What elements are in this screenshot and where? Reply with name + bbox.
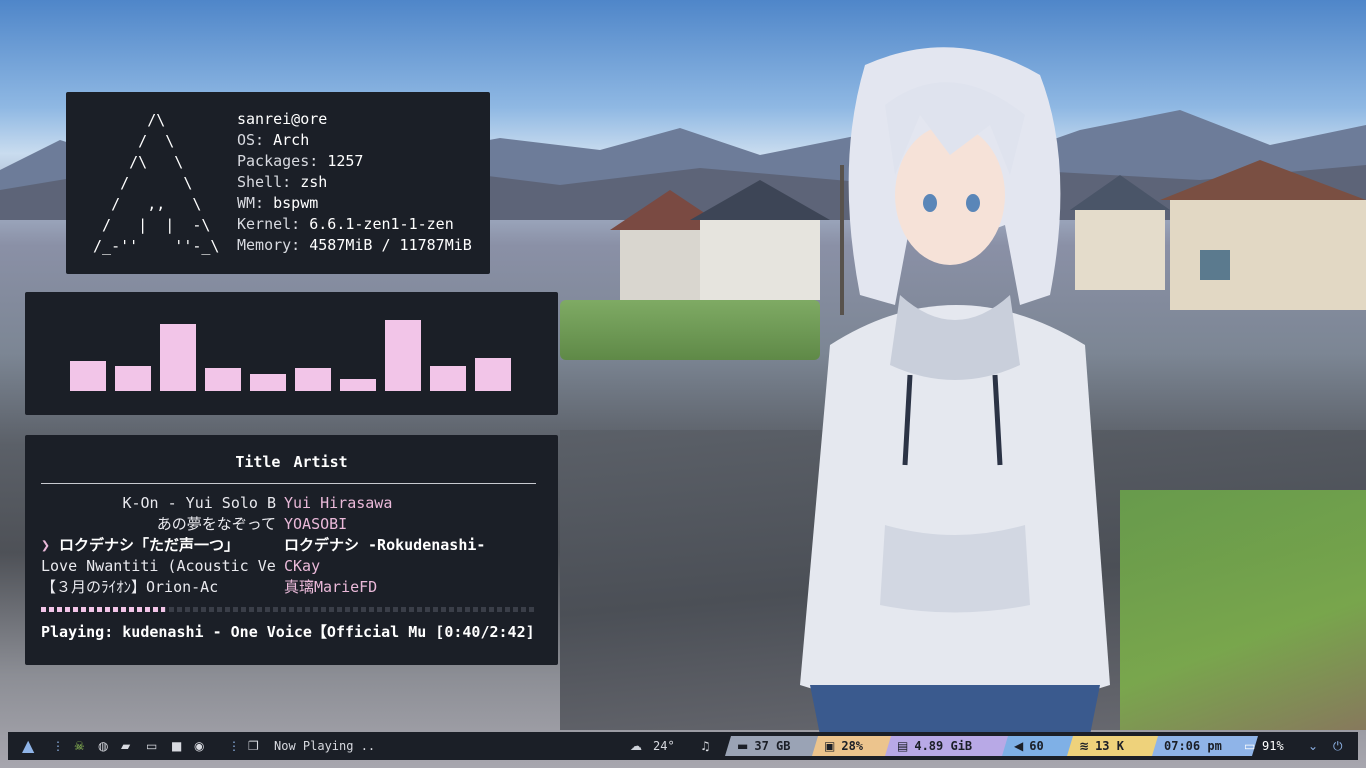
battery-value: 91% — [1262, 739, 1284, 753]
visualizer-bar — [160, 324, 196, 391]
visualizer-bar — [205, 368, 241, 391]
track-row[interactable]: K-On - Yui Solo B Yui Hirasawa — [41, 493, 542, 514]
grass-field — [1120, 490, 1366, 730]
info-row-shell: Shell: zsh — [237, 172, 472, 193]
info-value: bspwm — [273, 194, 319, 212]
user-host: sanrei@ore — [237, 110, 328, 128]
info-value: 1257 — [327, 152, 364, 170]
wifi-icon: ≋ — [1079, 739, 1090, 753]
clock-widget[interactable]: 07:06 pm — [1152, 736, 1258, 756]
network-value: 13 K — [1095, 739, 1124, 753]
folder-icon[interactable]: ▰ — [121, 732, 130, 760]
track-row[interactable]: Love Nwantiti (Acoustic Ve CKay — [41, 556, 542, 577]
now-playing-status: Playing: kudenashi - One Voice【Official … — [41, 623, 535, 641]
info-key: OS: — [237, 131, 265, 149]
info-row-memory: Memory: 4587MiB / 11787MiB — [237, 235, 472, 256]
info-value: zsh — [300, 173, 328, 191]
info-key: Packages: — [237, 152, 319, 170]
chevron-down-icon[interactable]: ⌄ — [1308, 732, 1318, 760]
now-playing-label[interactable]: Now Playing .. — [274, 732, 375, 760]
current-track-marker: ❯ — [41, 536, 51, 554]
dots-icon[interactable]: ⋮ — [228, 732, 240, 760]
girl-illustration — [800, 47, 1110, 735]
visualizer-bar — [115, 366, 151, 391]
dots-icon[interactable]: ⋮ — [52, 732, 64, 760]
music-player[interactable]: Title Artist K-On - Yui Solo B Yui Hiras… — [25, 435, 558, 665]
battery-icon: ▭ — [1244, 739, 1256, 753]
arch-ascii-logo: /\ / \ /\ \ / \ / ,, \ / | | -\ /_-'' ''… — [93, 111, 220, 255]
progress-fill — [41, 607, 165, 612]
track-list[interactable]: K-On - Yui Solo B Yui Hirasawa あの夢をなぞって … — [41, 493, 542, 598]
info-row-packages: Packages: 1257 — [237, 151, 472, 172]
visualizer-bar — [385, 320, 421, 391]
track-artist: YOASOBI — [284, 515, 348, 533]
visualizer-bar — [340, 379, 376, 391]
system-info-list: sanrei@ore OS: Arch Packages: 1257 Shell… — [237, 109, 472, 256]
disk-icon: ▬ — [737, 739, 749, 753]
info-value: 4587MiB / 11787MiB — [309, 236, 472, 254]
taskbar: ▲ ⋮ ☠ ◍ ▰ ▭ ■ ◉ ⋮ ❐ Now Playing .. ☁ 24°… — [8, 732, 1358, 760]
audio-visualizer — [25, 292, 558, 415]
track-title: ロクデナシ「ただ声一つ」 — [59, 536, 240, 554]
visualizer-bar — [70, 361, 106, 391]
track-artist: 真璃MarieFD — [284, 578, 378, 596]
ram-icon: ▤ — [897, 739, 909, 753]
info-row-kernel: Kernel: 6.6.1-zen1-1-zen — [237, 214, 472, 235]
volume-value: 60 — [1029, 739, 1044, 753]
skull-icon[interactable]: ☠ — [74, 732, 85, 760]
visualizer-bar — [430, 366, 466, 391]
clock-time: 07:06 pm — [1164, 739, 1222, 753]
speaker-icon: ◀ — [1014, 739, 1024, 753]
visualizer-bar — [475, 358, 511, 391]
header-divider — [41, 483, 536, 484]
track-row-current[interactable]: ❯ ロクデナシ「ただ声一つ」 ロクデナシ -Rokudenashi- — [41, 535, 542, 556]
disk-value: 37 GB — [754, 739, 791, 753]
ram-value: 4.89 GiB — [914, 739, 973, 753]
window-icon[interactable]: ❐ — [248, 732, 259, 760]
visualizer-bar — [250, 374, 286, 391]
terminal-icon[interactable]: ▭ — [146, 732, 157, 760]
music-icon[interactable]: ♫ — [700, 732, 711, 760]
info-row-os: OS: Arch — [237, 130, 472, 151]
title-column-header: Title — [235, 453, 281, 471]
cpu-value: 28% — [841, 739, 864, 753]
artist-column-header: Artist — [293, 453, 348, 471]
track-row[interactable]: あの夢をなぞって YOASOBI — [41, 514, 542, 535]
track-title: K-On - Yui Solo B — [122, 494, 276, 512]
track-row[interactable]: 【３月のﾗｲｵﾝ】Orion-Ac 真璃MarieFD — [41, 577, 542, 598]
track-artist: ロクデナシ -Rokudenashi- — [284, 536, 486, 554]
track-title: あの夢をなぞって — [156, 515, 276, 533]
info-key: Shell: — [237, 173, 292, 191]
globe-icon[interactable]: ◍ — [98, 732, 108, 760]
info-key: Kernel: — [237, 215, 301, 233]
cloud-icon: ☁ — [630, 739, 642, 753]
info-value: Arch — [273, 131, 310, 149]
track-artist: CKay — [284, 557, 321, 575]
weather-temp: 24° — [653, 739, 675, 753]
visualizer-bar — [295, 368, 331, 391]
ram-widget: ▤ 4.89 GiB — [885, 736, 1019, 756]
track-list-header: Title Artist — [25, 453, 558, 471]
power-icon[interactable]: ⏻ — [1333, 732, 1343, 760]
info-key: Memory: — [237, 236, 301, 254]
info-row-wm: WM: bspwm — [237, 193, 472, 214]
playback-progress-bar[interactable] — [41, 607, 535, 612]
cpu-icon: ▣ — [824, 739, 836, 753]
gamepad-icon[interactable]: ◉ — [194, 732, 204, 760]
track-artist: Yui Hirasawa — [284, 494, 393, 512]
track-title: 【３月のﾗｲｵﾝ】Orion-Ac — [41, 578, 219, 596]
system-info-panel: /\ / \ /\ \ / \ / ,, \ / | | -\ /_-'' ''… — [66, 92, 490, 274]
chat-icon[interactable]: ■ — [171, 732, 182, 760]
track-title: Love Nwantiti (Acoustic Ve — [41, 557, 276, 575]
arch-icon[interactable]: ▲ — [22, 732, 34, 760]
info-value: 6.6.1-zen1-1-zen — [309, 215, 454, 233]
info-key: WM: — [237, 194, 265, 212]
